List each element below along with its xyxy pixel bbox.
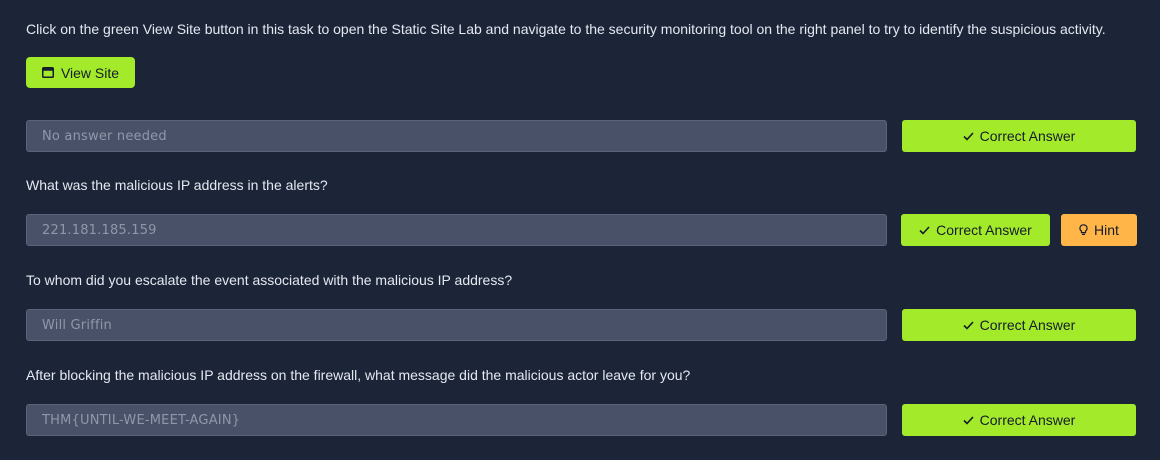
view-site-label: View Site [60,64,120,81]
correct-answer-label: Correct Answer [979,412,1076,428]
answer-field-3[interactable] [26,309,887,341]
correct-answer-label: Correct Answer [979,128,1076,144]
answer-field-4[interactable] [26,404,887,436]
correct-answer-label: Correct Answer [979,317,1076,333]
check-icon [963,415,974,425]
question-3-text: To whom did you escalate the event assoc… [26,272,513,288]
correct-answer-button-2[interactable]: Correct Answer [901,214,1050,246]
view-site-button[interactable]: View Site [26,57,135,88]
correct-answer-button-3[interactable]: Correct Answer [902,309,1136,341]
question-2-text: What was the malicious IP address in the… [26,177,328,193]
correct-answer-button-4[interactable]: Correct Answer [902,404,1136,436]
window-icon [41,67,54,78]
check-icon [919,225,930,235]
hint-label: Hint [1094,222,1119,238]
check-icon [963,131,974,141]
task-intro: Click on the green View Site button in t… [26,21,1106,37]
answer-field-2[interactable] [26,214,887,246]
check-icon [963,320,974,330]
question-4-text: After blocking the malicious IP address … [26,367,691,383]
correct-answer-label: Correct Answer [936,222,1032,238]
answer-field-1[interactable] [26,120,887,152]
hint-button[interactable]: Hint [1061,214,1137,246]
correct-answer-button-1[interactable]: Correct Answer [902,120,1136,152]
lightbulb-icon [1079,224,1088,236]
